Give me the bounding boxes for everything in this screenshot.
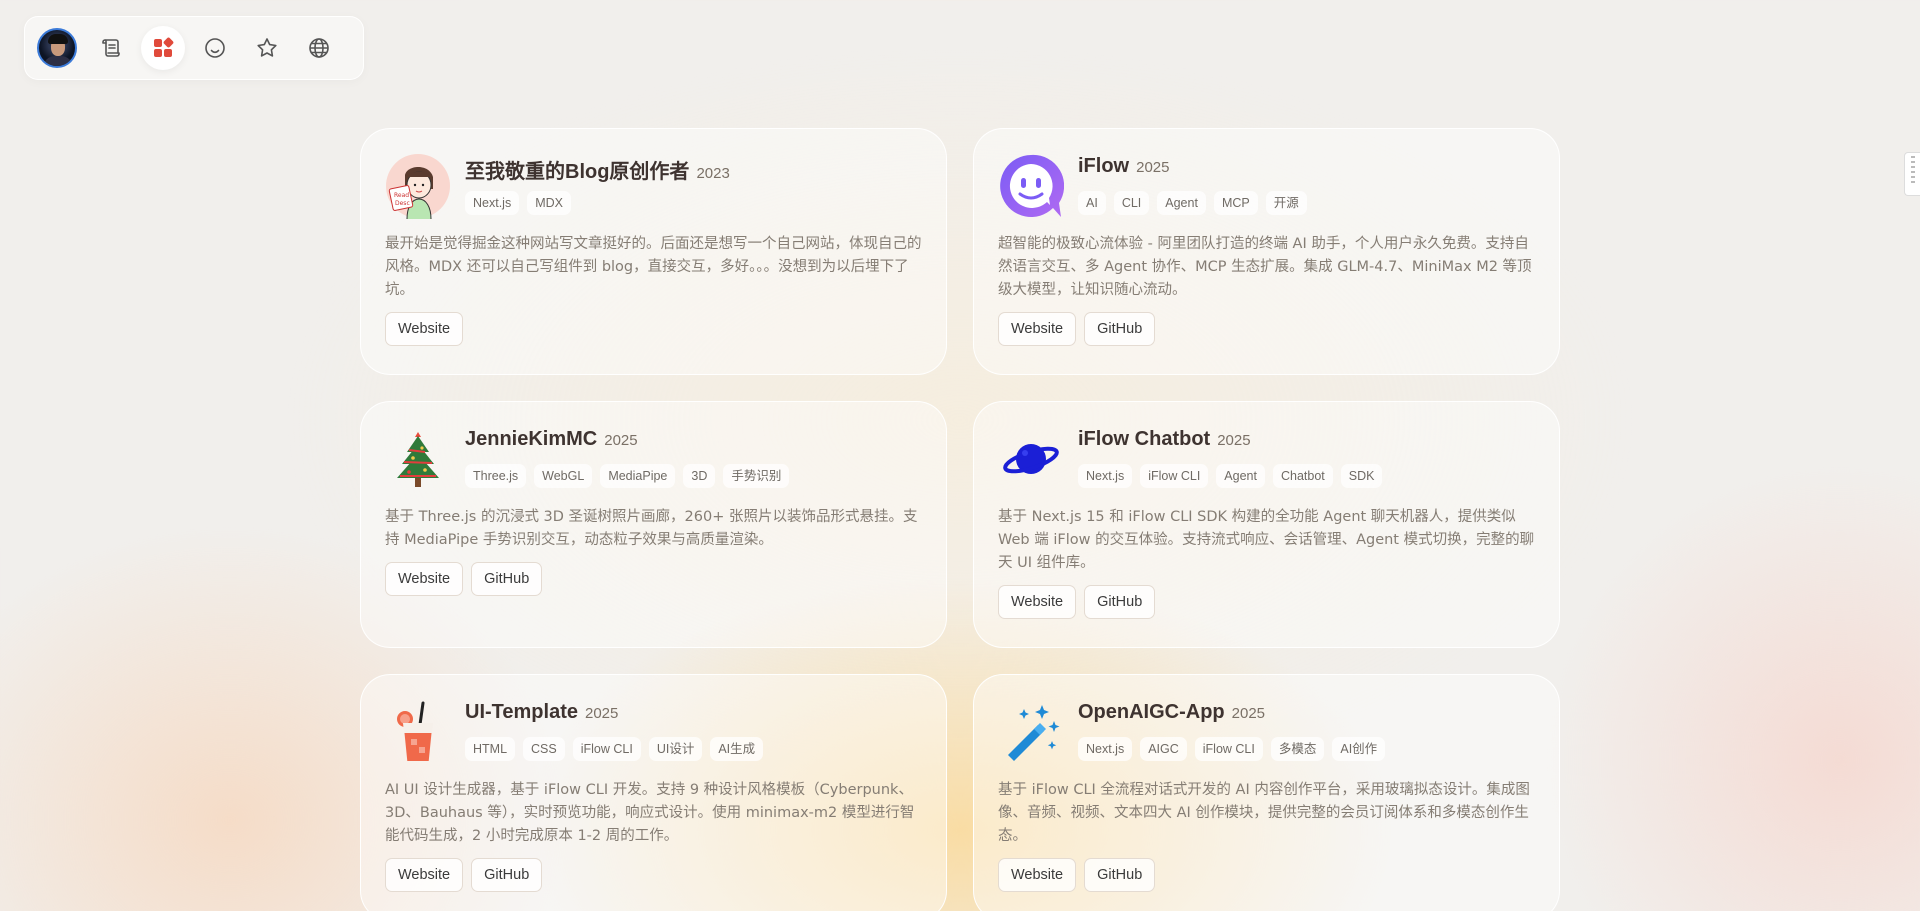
project-tag: iFlow CLI: [1140, 464, 1209, 488]
project-tag: Chatbot: [1272, 464, 1333, 488]
svg-text:Desc: Desc: [395, 200, 410, 207]
project-tag: Next.js: [1078, 464, 1133, 488]
project-tag: UI设计: [648, 737, 703, 761]
nav-links-button[interactable]: [297, 26, 341, 70]
project-year: 2023: [696, 165, 730, 182]
project-tag: 手势识别: [723, 464, 790, 488]
christmas-tree-icon: [385, 426, 451, 492]
project-title: 至我敬重的Blog原创作者: [465, 161, 690, 183]
project-year: 2025: [604, 432, 638, 449]
project-description: AI UI 设计生成器，基于 iFlow CLI 开发。支持 9 种设计风格模板…: [385, 782, 915, 844]
drink-icon: [385, 699, 451, 765]
magic-wand-icon: [998, 699, 1064, 765]
project-tag: AI生成: [710, 737, 764, 761]
project-card: JennieKimMC 2025 Three.js WebGL MediaPip…: [360, 401, 947, 648]
avatar[interactable]: [37, 28, 77, 68]
project-description: 基于 Three.js 的沉浸式 3D 圣诞树照片画廊，260+ 张照片以装饰品…: [385, 509, 918, 548]
project-year: 2025: [1217, 432, 1251, 449]
project-grid: Read Desc 至我敬重的Blog原创作者 2023 Next.js MDX…: [360, 128, 1560, 911]
github-button[interactable]: GitHub: [1084, 585, 1156, 619]
top-nav: [24, 16, 364, 80]
project-tag: MediaPipe: [600, 464, 676, 488]
project-year: 2025: [584, 705, 619, 722]
project-tag: iFlow CLI: [572, 737, 641, 761]
project-tag: AI: [1078, 191, 1106, 215]
github-button[interactable]: GitHub: [1084, 312, 1156, 346]
reading-girl-icon: Read Desc: [385, 153, 451, 220]
project-tag: AI创作: [1332, 737, 1386, 761]
project-tag: Next.js: [465, 191, 520, 215]
project-tag: CLI: [1113, 191, 1150, 215]
website-button[interactable]: Website: [998, 585, 1077, 619]
project-tag: CSS: [523, 737, 565, 761]
project-card: UI-Template 2025 HTML CSS iFlow CLI UI设计…: [360, 674, 947, 911]
smile-icon: [205, 38, 225, 58]
iflow-logo-icon: [998, 153, 1065, 219]
project-card: iFlow 2025 AI CLI Agent MCP 开源 超智能的极致心流体…: [973, 128, 1560, 375]
project-tag: MDX: [527, 191, 571, 215]
project-tag: 3D: [683, 464, 716, 488]
project-tag: WebGL: [534, 464, 593, 488]
website-button[interactable]: Website: [385, 562, 464, 596]
project-tag: iFlow CLI: [1194, 737, 1263, 761]
project-title: iFlow Chatbot: [1078, 428, 1211, 450]
side-drawer-handle[interactable]: [1904, 152, 1920, 196]
project-description: 基于 Next.js 15 和 iFlow CLI SDK 构建的全功能 Age…: [998, 509, 1535, 571]
project-tag: 开源: [1265, 191, 1307, 215]
project-tag: Agent: [1216, 464, 1265, 488]
project-tag: Three.js: [465, 464, 527, 488]
apps-icon: [154, 37, 174, 57]
project-title: JennieKimMC: [465, 428, 598, 450]
globe-icon: [309, 38, 329, 58]
project-description: 超智能的极致心流体验 - 阿里团队打造的终端 AI 助手，个人用户永久免费。支持…: [998, 236, 1532, 298]
project-title: UI-Template: [465, 701, 578, 723]
github-button[interactable]: GitHub: [471, 858, 543, 892]
project-tag: Next.js: [1078, 737, 1133, 761]
website-button[interactable]: Website: [385, 312, 464, 346]
nav-projects-button[interactable]: [141, 26, 185, 70]
project-tag: HTML: [465, 737, 516, 761]
project-description: 基于 iFlow CLI 全流程对话式开发的 AI 内容创作平台，采用玻璃拟态设…: [998, 782, 1530, 844]
github-button[interactable]: GitHub: [1084, 858, 1156, 892]
project-title: iFlow: [1078, 155, 1130, 177]
project-card: Read Desc 至我敬重的Blog原创作者 2023 Next.js MDX…: [360, 128, 947, 375]
nav-blog-button[interactable]: [89, 26, 133, 70]
svg-text:Read: Read: [394, 192, 409, 199]
project-card: iFlow Chatbot 2025 Next.js iFlow CLI Age…: [973, 401, 1560, 648]
scroll-icon: [102, 39, 120, 57]
planet-icon: [998, 426, 1064, 492]
star-icon: [257, 38, 277, 57]
project-tag: AIGC: [1140, 737, 1187, 761]
project-year: 2025: [1231, 705, 1266, 722]
nav-about-button[interactable]: [193, 26, 237, 70]
project-tag: SDK: [1340, 464, 1383, 488]
website-button[interactable]: Website: [998, 312, 1077, 346]
project-tag: Agent: [1157, 191, 1206, 215]
project-year: 2025: [1136, 159, 1170, 176]
project-card: OpenAIGC-App 2025 Next.js AIGC iFlow CLI…: [973, 674, 1560, 911]
project-tag: MCP: [1213, 191, 1258, 215]
website-button[interactable]: Website: [998, 858, 1077, 892]
project-description: 最开始是觉得掘金这种网站写文章挺好的。后面还是想写一个自己网站，体现自己的风格。…: [385, 236, 922, 298]
project-title: OpenAIGC-App: [1078, 701, 1225, 723]
website-button[interactable]: Website: [385, 858, 464, 892]
github-button[interactable]: GitHub: [471, 562, 543, 596]
nav-favorites-button[interactable]: [245, 26, 289, 70]
project-tag: 多模态: [1270, 737, 1325, 761]
